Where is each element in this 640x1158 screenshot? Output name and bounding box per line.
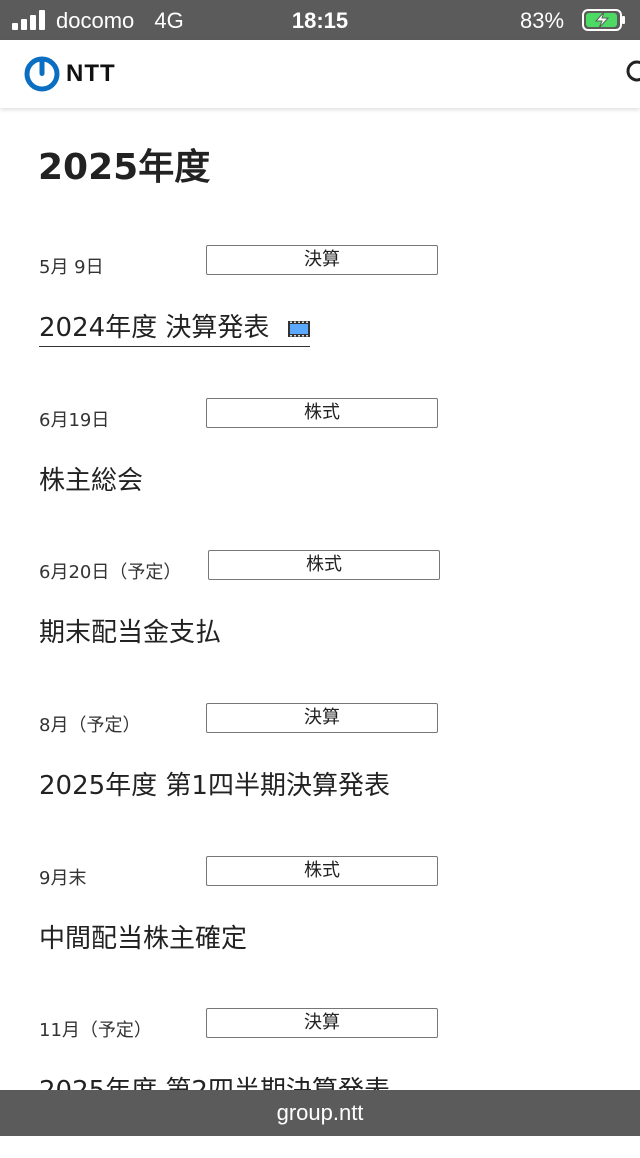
event-category-tag: 決算	[206, 245, 438, 275]
event-category-tag: 株式	[206, 856, 438, 886]
status-bar: docomo 4G 18:15 83%	[0, 0, 640, 40]
battery-percentage: 83%	[520, 8, 565, 33]
event-date: 6月20日（予定）	[39, 562, 182, 583]
event-category-tag: 株式	[206, 398, 438, 428]
event-item: 8月（予定） 決算 2025年度 第1四半期決算発表	[0, 703, 640, 853]
event-title: 株主総会	[39, 466, 144, 496]
event-title-text[interactable]: 2024年度 決算発表	[39, 313, 269, 343]
battery-charging-icon	[582, 9, 625, 31]
ntt-logo-text[interactable]: NTT	[66, 60, 116, 88]
event-item: 5月 9日 決算 2024年度 決算発表	[0, 245, 640, 395]
event-title-link[interactable]: 2024年度 決算発表	[39, 307, 310, 347]
event-date: 6月19日	[39, 410, 110, 431]
event-item: 6月20日（予定） 株式 期末配当金支払	[0, 550, 640, 700]
page-title: 2025年度	[38, 147, 211, 188]
event-item: 6月19日 株式 株主総会	[0, 398, 640, 548]
event-category-tag: 決算	[206, 1008, 438, 1038]
ntt-logo-icon[interactable]	[24, 56, 60, 92]
event-date: 11月（予定）	[39, 1020, 152, 1041]
event-item: 9月末 株式 中間配当株主確定	[0, 856, 640, 1006]
event-title: 期末配当金支払	[39, 618, 222, 648]
browser-url-bar[interactable]: group.ntt	[0, 1090, 640, 1136]
event-date: 5月 9日	[39, 257, 104, 278]
search-icon[interactable]	[624, 58, 640, 88]
event-category-tag: 株式	[208, 550, 440, 580]
video-icon	[287, 320, 310, 337]
event-title: 2025年度 第1四半期決算発表	[39, 771, 390, 801]
event-date: 9月末	[39, 868, 87, 889]
event-category-tag: 決算	[206, 703, 438, 733]
site-header: NTT	[0, 40, 640, 108]
event-date: 8月（予定）	[39, 715, 141, 736]
event-title: 中間配当株主確定	[39, 924, 248, 954]
